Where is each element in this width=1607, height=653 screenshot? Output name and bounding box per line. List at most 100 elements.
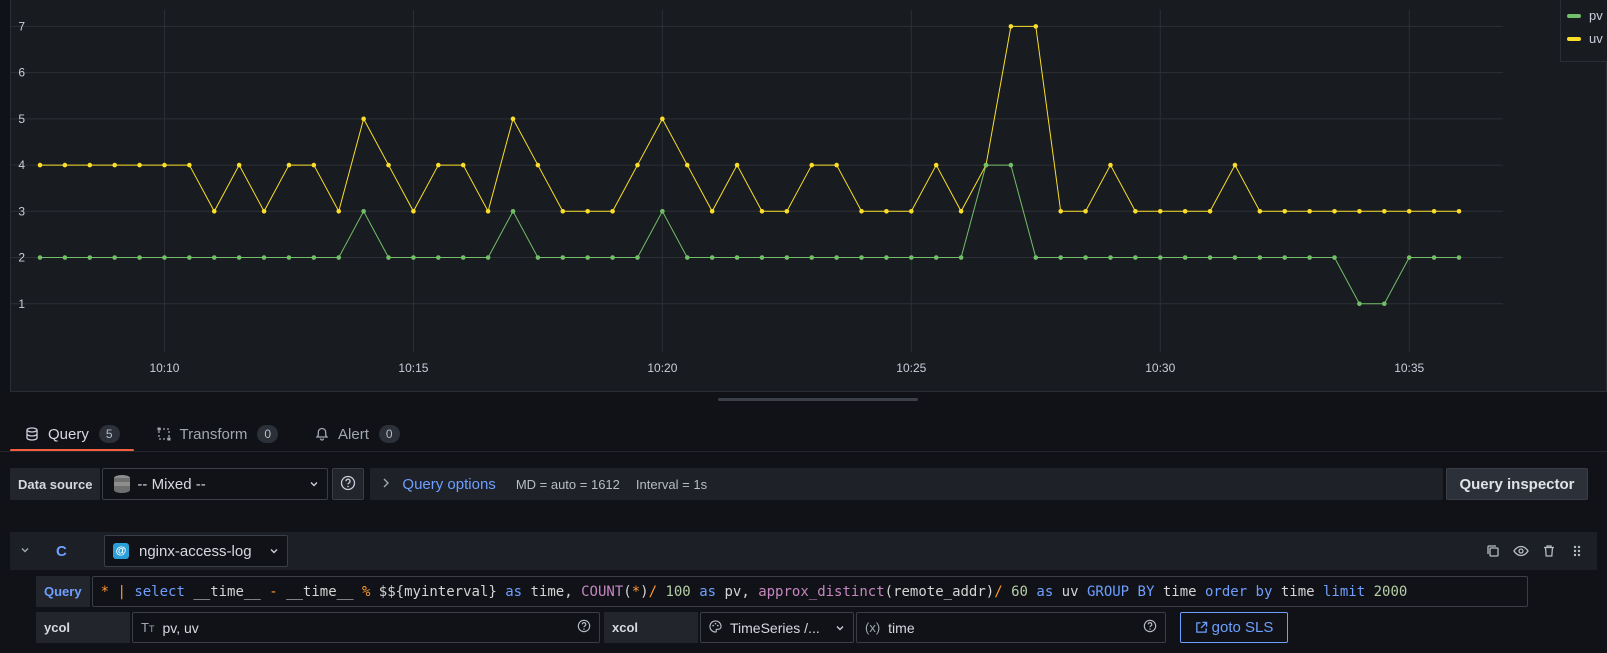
time-series-panel: 1 2 3 4 5 6 7 10:10 10:15 10:20 10:25 10:30 10:35 pv…: [10, 0, 1607, 392]
query-token: %: [361, 583, 371, 600]
data-point-pv: [884, 255, 889, 260]
query-editor-line: Query * | select __time__ - __time__ % $…: [36, 576, 1528, 607]
query-token: 2000: [1373, 583, 1408, 600]
query-options-toggle[interactable]: Query options: [402, 476, 495, 493]
data-point-uv: [1456, 208, 1462, 214]
eye-icon: [1513, 545, 1529, 557]
data-point-pv: [137, 255, 142, 260]
query-token: select: [134, 583, 185, 600]
datasource-label: Data source: [10, 468, 101, 500]
drag-handle[interactable]: [1563, 539, 1591, 563]
data-point-pv: [112, 255, 117, 260]
data-point-uv: [62, 162, 68, 168]
variable-icon: (x): [865, 620, 881, 635]
chevron-right-icon: [382, 477, 390, 491]
query-token: |: [117, 583, 126, 600]
tab-query[interactable]: Query 5: [10, 418, 134, 452]
data-point-uv: [436, 162, 441, 168]
datasource-select[interactable]: -- Mixed --: [102, 468, 329, 500]
data-point-uv: [684, 162, 690, 168]
data-point-uv: [1058, 208, 1063, 214]
y-tick-label: 6: [18, 66, 25, 80]
data-point-uv: [1382, 208, 1387, 214]
data-point-uv: [734, 162, 740, 168]
x-tick-label: 10:30: [1145, 361, 1175, 375]
chevron-down-icon: [835, 620, 845, 636]
transform-icon: [156, 426, 172, 442]
query-datasource-name: nginx-access-log: [139, 542, 252, 560]
query-token: COUNT: [581, 583, 624, 600]
data-point-uv: [1133, 208, 1138, 214]
data-point-pv: [1033, 255, 1039, 260]
data-point-pv: [983, 162, 989, 168]
query-ref-id[interactable]: C: [56, 543, 96, 560]
query-options-bar[interactable]: Query options MD = auto = 1612 Interval …: [370, 468, 1444, 500]
time-series-chart: 1 2 3 4 5 6 7 10:10 10:15 10:20 10:25 10:30 10:35: [11, 10, 1503, 375]
data-point-uv: [1431, 208, 1437, 214]
data-point-uv: [958, 208, 964, 214]
max-data-points-info: MD = auto = 1612: [515, 476, 620, 492]
bell-icon: [314, 426, 330, 442]
query-inspector-button[interactable]: Query inspector: [1446, 468, 1588, 500]
data-point-pv: [1133, 255, 1138, 260]
data-point-pv: [1456, 255, 1462, 260]
data-point-pv: [709, 255, 715, 260]
palette-icon: [709, 619, 722, 636]
data-point-uv: [1357, 208, 1362, 214]
query-token: [1365, 584, 1373, 600]
y-tick-label: 2: [18, 251, 25, 265]
query-token: [126, 584, 134, 600]
duplicate-query-button[interactable]: [1479, 539, 1507, 563]
data-point-uv: [336, 208, 342, 214]
ycol-input[interactable]: TT pv, uv: [132, 612, 600, 643]
data-point-uv: [485, 208, 491, 214]
query-token: pv,: [716, 583, 759, 600]
query-code-input[interactable]: * | select __time__ - __time__ % $${myin…: [91, 576, 1528, 607]
data-point-pv: [635, 255, 640, 260]
data-point-pv: [585, 255, 590, 260]
query-token: order by: [1204, 583, 1273, 600]
data-point-pv: [436, 255, 441, 260]
query-token: as: [1036, 583, 1054, 600]
goto-sls-button[interactable]: goto SLS: [1180, 612, 1288, 643]
data-point-uv: [635, 162, 640, 168]
toggle-visibility-button[interactable]: [1507, 539, 1535, 563]
panel-resize-handle[interactable]: [718, 398, 918, 401]
data-point-pv: [460, 255, 466, 260]
legend-item-uv[interactable]: uv: [1567, 27, 1607, 50]
data-point-uv: [411, 208, 416, 214]
data-point-pv: [1182, 255, 1188, 260]
query-datasource-picker[interactable]: @ nginx-access-log: [104, 535, 288, 567]
data-point-uv: [386, 162, 391, 168]
x-tick-label: 10:10: [149, 361, 179, 375]
tab-transform[interactable]: Transform 0: [142, 418, 292, 450]
question-circle-icon[interactable]: [577, 619, 591, 636]
delete-query-button[interactable]: [1535, 539, 1563, 563]
legend-item-pv[interactable]: pv: [1567, 4, 1607, 27]
data-point-pv: [784, 255, 790, 260]
datasource-help-button[interactable]: [332, 468, 365, 500]
data-point-pv: [560, 255, 566, 260]
query-token: (: [623, 583, 632, 600]
data-point-uv: [834, 162, 839, 168]
data-point-uv: [535, 162, 541, 168]
xcol-type-select[interactable]: TimeSeries /...: [700, 612, 854, 643]
data-point-pv: [809, 255, 815, 260]
data-point-pv: [1357, 301, 1362, 307]
data-point-uv: [709, 208, 715, 214]
xcol-value: time: [888, 619, 915, 636]
collapse-row-button[interactable]: [10, 544, 40, 558]
data-point-pv: [610, 255, 615, 260]
data-point-uv: [1182, 208, 1188, 214]
tab-label: Query: [48, 425, 89, 443]
question-circle-icon[interactable]: [1143, 619, 1157, 636]
xcol-input[interactable]: (x) time: [856, 612, 1166, 643]
data-point-uv: [1033, 24, 1039, 29]
tab-alert[interactable]: Alert 0: [300, 418, 414, 450]
data-point-uv: [1083, 208, 1088, 214]
data-point-uv: [660, 116, 665, 122]
question-circle-icon: [340, 475, 356, 494]
query-token: time: [1272, 583, 1323, 600]
query-token: [1028, 584, 1036, 600]
data-point-pv: [311, 255, 317, 260]
